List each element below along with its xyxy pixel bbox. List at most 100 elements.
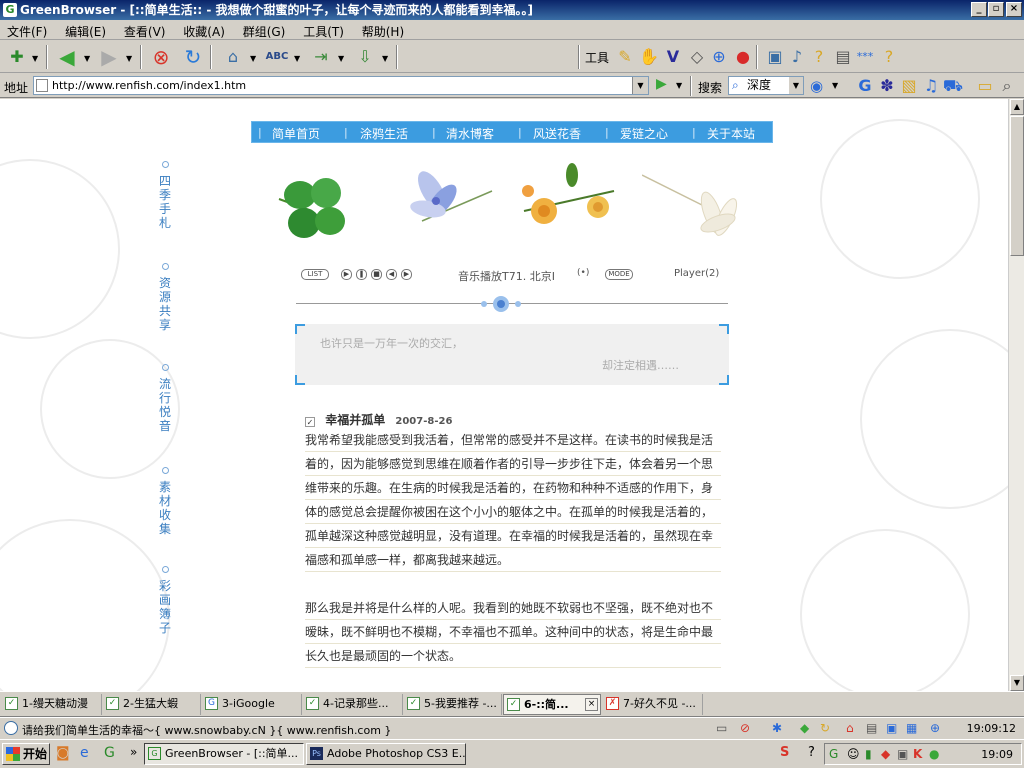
zoom-icon[interactable]: ⊕ bbox=[706, 45, 732, 69]
tab-item[interactable]: ✓ 2-生猛大蝦 bbox=[103, 694, 201, 715]
back-arrow-icon[interactable]: ◀ bbox=[54, 45, 80, 69]
tab-item-active[interactable]: ✓ 6-::简... × bbox=[503, 694, 601, 715]
left-nav-item[interactable]: 四季手札 bbox=[158, 161, 172, 230]
status-doc-icon[interactable]: ▤ bbox=[866, 721, 877, 735]
status-block-icon[interactable]: ⊘ bbox=[740, 721, 750, 735]
minimize-button[interactable]: _ bbox=[971, 2, 987, 17]
quicklaunch-more-icon[interactable]: » bbox=[130, 745, 137, 759]
clean-icon[interactable]: ✎ bbox=[612, 45, 638, 69]
validate-icon[interactable]: V bbox=[660, 45, 686, 69]
menu-tools[interactable]: 工具(T) bbox=[296, 20, 351, 40]
go-page-icon[interactable]: ⇥ bbox=[308, 45, 334, 69]
address-dropdown[interactable]: ▼ bbox=[632, 77, 648, 94]
post-title[interactable]: 幸福并孤单 bbox=[325, 413, 385, 427]
menu-edit[interactable]: 编辑(E) bbox=[58, 20, 113, 40]
search-engine-dropdown[interactable]: ▼ bbox=[789, 77, 803, 94]
home-dropdown[interactable]: ▼ bbox=[250, 54, 256, 63]
start-button[interactable]: 开始 bbox=[2, 743, 50, 765]
status-tool-icon[interactable]: ✱ bbox=[772, 721, 782, 735]
tab-item[interactable]: ✓ 4-记录那些... bbox=[303, 694, 403, 715]
tray-greenbrowser-icon[interactable]: G bbox=[829, 747, 838, 761]
player-list-button[interactable]: LIST bbox=[301, 269, 329, 280]
address-input[interactable]: http://www.renfish.com/index1.htm ▼ bbox=[33, 76, 649, 95]
shopping-cart-icon[interactable]: ⛟ bbox=[940, 74, 966, 98]
text-size-dropdown[interactable]: ▼ bbox=[294, 54, 300, 63]
vertical-scrollbar[interactable]: ▲ ▼ bbox=[1008, 99, 1024, 691]
password-icon[interactable]: *** bbox=[852, 45, 878, 69]
status-page-icon[interactable]: ▭ bbox=[716, 721, 727, 735]
go-icon[interactable]: ▶ bbox=[656, 76, 667, 92]
left-nav-item[interactable]: 素材收集 bbox=[158, 467, 172, 536]
left-nav-item[interactable]: 彩画簿子 bbox=[158, 566, 172, 635]
menu-file[interactable]: 文件(F) bbox=[0, 20, 54, 40]
status-home-icon[interactable]: ⌂ bbox=[846, 721, 854, 735]
player-mode-button[interactable]: MODE bbox=[605, 269, 633, 280]
tray-help-icon[interactable]: ? bbox=[808, 745, 815, 760]
stop-icon[interactable]: ■ bbox=[371, 269, 382, 280]
go-page-dropdown[interactable]: ▼ bbox=[338, 54, 344, 63]
flash-block-icon[interactable]: ● bbox=[730, 45, 756, 69]
top-nav-item[interactable]: 清水博客 bbox=[446, 125, 494, 142]
tray-qq-icon[interactable]: ☺ bbox=[847, 747, 860, 761]
search-go-dropdown[interactable]: ▼ bbox=[832, 81, 838, 90]
user-agent-icon[interactable]: ? bbox=[876, 45, 902, 69]
scroll-thumb[interactable] bbox=[1010, 116, 1024, 256]
new-tab-icon[interactable]: ✚ bbox=[4, 45, 30, 69]
top-nav-item[interactable]: 涂鸦生活 bbox=[360, 125, 408, 142]
tray-green-icon[interactable]: ▮ bbox=[865, 747, 872, 761]
taskbar-item-active[interactable]: G GreenBrowser - [::简单... bbox=[144, 743, 304, 765]
tray-arrow-icon[interactable]: ◆ bbox=[881, 747, 890, 761]
status-refresh-icon[interactable]: ↻ bbox=[820, 721, 830, 735]
forward-dropdown[interactable]: ▼ bbox=[126, 54, 132, 63]
tray-s-icon[interactable]: S bbox=[780, 745, 789, 760]
download-dropdown[interactable]: ▼ bbox=[382, 54, 388, 63]
proxy-icon[interactable]: ? bbox=[806, 45, 832, 69]
status-window-icon[interactable]: ▣ bbox=[886, 721, 897, 735]
new-tab-dropdown[interactable]: ▼ bbox=[32, 54, 38, 63]
page-viewport[interactable]: 四季手札 资源共享 流行悦音 素材收集 彩画簿子 | 简单首页 | 涂鸦生活 |… bbox=[0, 99, 1008, 691]
next-icon[interactable]: ▶ bbox=[401, 269, 412, 280]
top-nav-item[interactable]: 风送花香 bbox=[533, 125, 581, 142]
volume-icon[interactable]: (•) bbox=[577, 268, 589, 278]
tray-k-icon[interactable]: K bbox=[913, 747, 922, 761]
maximize-button[interactable]: ▫ bbox=[988, 2, 1004, 17]
menu-favorites[interactable]: 收藏(A) bbox=[176, 20, 232, 40]
download-icon[interactable]: ⇩ bbox=[352, 45, 378, 69]
menu-help[interactable]: 帮助(H) bbox=[355, 20, 411, 40]
tab-item[interactable]: ✗ 7-好久不见 -... bbox=[603, 694, 703, 715]
search-engine-select[interactable]: ⌕ 深度 ▼ bbox=[728, 76, 804, 95]
forward-arrow-icon[interactable]: ▶ bbox=[96, 45, 122, 69]
popup-block-icon[interactable]: ✋ bbox=[636, 45, 662, 69]
quicklaunch-browser-icon[interactable]: G bbox=[104, 745, 115, 761]
left-nav-item[interactable]: 流行悦音 bbox=[158, 364, 172, 433]
tab-item[interactable]: ✓ 1-缦天糖动漫 bbox=[2, 694, 102, 715]
prev-icon[interactable]: ◀ bbox=[386, 269, 397, 280]
go-dropdown[interactable]: ▼ bbox=[676, 81, 682, 90]
pause-icon[interactable]: ❚ bbox=[356, 269, 367, 280]
back-dropdown[interactable]: ▼ bbox=[84, 54, 90, 63]
close-button[interactable]: × bbox=[1006, 2, 1022, 17]
play-icon[interactable]: ▶ bbox=[341, 269, 352, 280]
taskbar-item[interactable]: Ps Adobe Photoshop CS3 E... bbox=[306, 743, 466, 765]
menu-groups[interactable]: 群组(G) bbox=[236, 20, 293, 40]
find-page-icon[interactable]: ⌕ bbox=[994, 74, 1020, 98]
status-print-icon[interactable]: ▦ bbox=[906, 721, 917, 735]
scroll-up-icon[interactable]: ▲ bbox=[1010, 99, 1024, 115]
status-green-icon[interactable]: ◆ bbox=[800, 721, 809, 735]
tab-item[interactable]: ✓ 5-我要推荐 -... bbox=[404, 694, 502, 715]
text-size-icon[interactable]: ABC bbox=[264, 45, 290, 69]
home-icon[interactable]: ⌂ bbox=[220, 45, 246, 69]
close-tab-icon[interactable]: × bbox=[585, 698, 598, 711]
top-nav-item[interactable]: 爱链之心 bbox=[620, 125, 668, 142]
zoom-icon[interactable]: ⊕ bbox=[930, 721, 940, 735]
quicklaunch-camera-icon[interactable]: ◙ bbox=[56, 745, 70, 761]
tab-item[interactable]: G 3-iGoogle bbox=[202, 694, 302, 715]
scroll-down-icon[interactable]: ▼ bbox=[1010, 675, 1024, 691]
stop-icon[interactable]: ⊗ bbox=[148, 45, 174, 69]
refresh-icon[interactable]: ↻ bbox=[180, 45, 206, 69]
left-nav-item[interactable]: 资源共享 bbox=[158, 263, 172, 332]
menu-view[interactable]: 查看(V) bbox=[117, 20, 173, 40]
top-nav-item[interactable]: 简单首页 bbox=[272, 125, 320, 142]
quicklaunch-ie-icon[interactable]: e bbox=[80, 745, 89, 761]
window-title-bar[interactable]: G GreenBrowser - [::简单生活:: - 我想做个甜蜜的叶子，让… bbox=[0, 0, 1024, 20]
